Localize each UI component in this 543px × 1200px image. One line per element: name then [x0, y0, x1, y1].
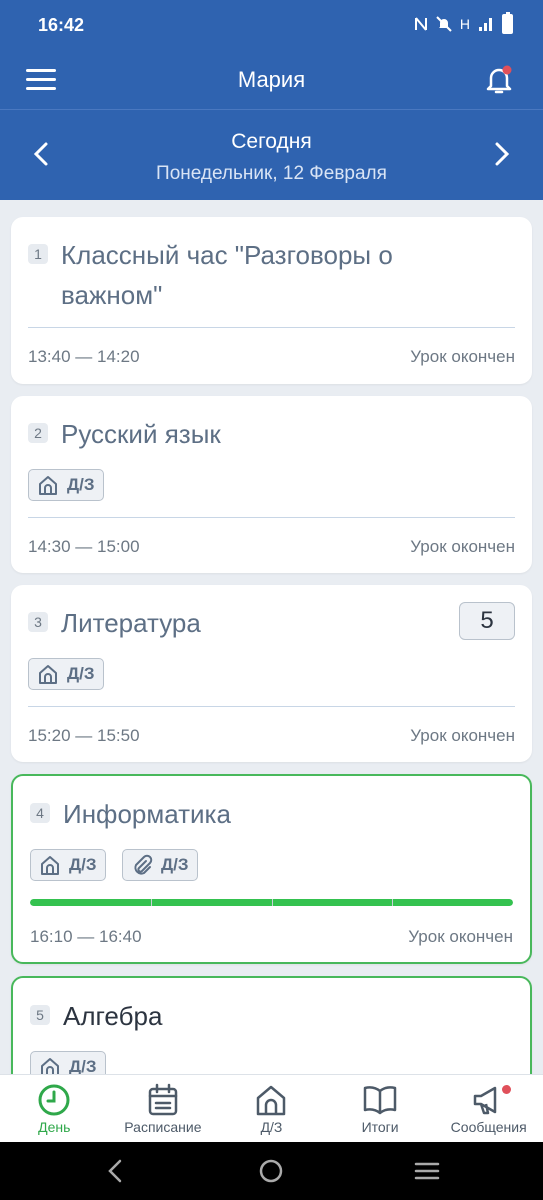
lesson-list[interactable]: 1 Классный час "Разговоры о важном" 13:4… — [0, 200, 543, 1074]
day-label: Сегодня — [231, 130, 312, 153]
lesson-card-next[interactable]: 5 Алгебра Д/З — [11, 976, 532, 1074]
nav-day[interactable]: День — [0, 1075, 109, 1142]
house-icon — [41, 856, 59, 875]
book-icon — [363, 1086, 397, 1115]
date-navigator: Сегодня Понедельник, 12 Февраля — [0, 110, 543, 200]
lesson-time: 13:40 — 14:20 — [28, 347, 140, 366]
lesson-subject: Информатика — [63, 799, 231, 829]
battery-icon — [502, 12, 513, 34]
clock-icon — [38, 1084, 70, 1116]
nav-homework[interactable]: Д/З — [217, 1075, 326, 1142]
lesson-subject: Классный час "Разговоры о важном" — [61, 240, 393, 310]
lesson-number: 2 — [28, 423, 48, 443]
lesson-subject: Русский язык — [61, 419, 221, 449]
lesson-time: 16:10 — 16:40 — [30, 927, 142, 946]
date-label: Понедельник, 12 Февраля — [156, 163, 387, 184]
divider — [28, 517, 515, 518]
grade-badge[interactable]: 5 — [459, 602, 515, 640]
next-day-chevron-icon[interactable] — [491, 140, 513, 168]
nav-results[interactable]: Итоги — [326, 1075, 435, 1142]
status-time: 16:42 — [38, 15, 85, 35]
bottom-navigation: День Расписание Д/З Итоги Сообщения — [0, 1074, 543, 1142]
app-header: Мария — [0, 50, 543, 110]
system-navigation-bar — [0, 1142, 543, 1200]
lesson-subject: Литература — [61, 608, 201, 638]
lesson-card[interactable]: 2 Русский язык Д/З 14:30 — 15:00 Урок ок… — [11, 396, 532, 573]
nav-messages[interactable]: Сообщения — [434, 1075, 543, 1142]
status-icons: H — [414, 12, 513, 34]
paperclip-icon — [134, 854, 153, 875]
recents-icon[interactable] — [414, 1158, 440, 1184]
house-icon — [39, 665, 57, 684]
lesson-card-current[interactable]: 4 Информатика Д/З Д/З 16:10 — 16:40 Урок… — [11, 774, 532, 964]
lesson-number: 4 — [30, 803, 50, 823]
lesson-number: 1 — [28, 244, 48, 264]
status-bar: 16:42 H — [0, 0, 543, 50]
lesson-status: Урок окончен — [410, 726, 515, 745]
homework-tag[interactable]: Д/З — [28, 658, 105, 690]
house-icon — [39, 476, 57, 495]
house-icon — [41, 1058, 59, 1074]
divider — [28, 706, 515, 707]
divider — [28, 327, 515, 328]
lesson-number: 5 — [30, 1005, 50, 1025]
homework-tag[interactable]: Д/З — [30, 1051, 107, 1074]
lesson-status: Урок окончен — [410, 347, 515, 366]
nfc-icon — [414, 17, 427, 31]
calendar-icon — [148, 1083, 178, 1116]
mute-bell-icon — [436, 16, 452, 32]
home-icon[interactable] — [258, 1158, 284, 1184]
lesson-time: 15:20 — 15:50 — [28, 726, 140, 745]
lesson-progress-bar — [30, 899, 513, 906]
lesson-time: 14:30 — 15:00 — [28, 537, 140, 556]
page-title: Мария — [237, 67, 306, 92]
lesson-status: Урок окончен — [410, 537, 515, 556]
attachment-tag[interactable]: Д/З — [122, 849, 199, 881]
signal-icon — [479, 18, 492, 31]
network-type: H — [459, 16, 470, 32]
homework-tag[interactable]: Д/З — [30, 849, 107, 881]
lesson-subject: Алгебра — [63, 1001, 163, 1031]
nav-schedule[interactable]: Расписание — [109, 1075, 218, 1142]
homework-tag[interactable]: Д/З — [28, 469, 105, 501]
notifications-bell-icon[interactable] — [483, 64, 515, 96]
lesson-card[interactable]: 3 Литература 5 Д/З 15:20 — 15:50 Урок ок… — [11, 585, 532, 762]
lesson-number: 3 — [28, 612, 48, 632]
back-icon[interactable] — [104, 1158, 126, 1184]
lesson-status: Урок окончен — [408, 927, 513, 946]
lesson-card[interactable]: 1 Классный час "Разговоры о важном" 13:4… — [11, 217, 532, 384]
house-icon — [257, 1085, 286, 1116]
messages-badge — [501, 1085, 511, 1094]
